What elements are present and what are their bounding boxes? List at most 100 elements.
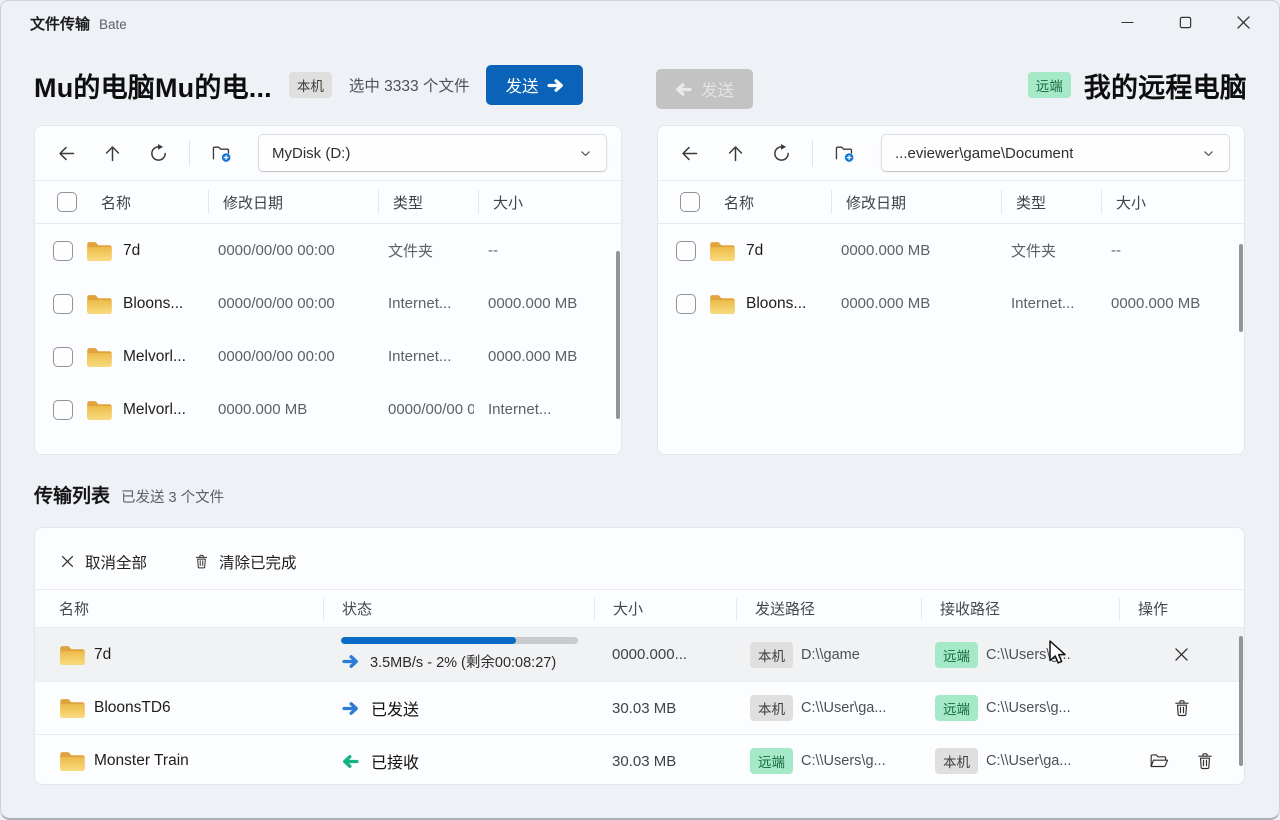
file-row[interactable]: Melvorl... 0000.000 MB 0000/00/00 00:00 …	[35, 383, 621, 436]
local-badge: 本机	[750, 695, 793, 721]
transfer-status: 3.5MB/s - 2% (剩余00:08:27)	[323, 637, 594, 672]
back-button[interactable]	[43, 134, 89, 172]
transfer-row[interactable]: BloonsTD6 已发送 30.03 MB 本机 C:\\User\ga...…	[35, 681, 1244, 734]
refresh-button[interactable]	[758, 134, 804, 172]
file-name: 7d	[746, 242, 763, 260]
delete-record-button[interactable]	[1195, 751, 1215, 771]
chevron-down-icon	[1201, 146, 1216, 161]
mouse-cursor	[1046, 640, 1070, 667]
new-folder-icon	[834, 143, 855, 164]
send-button[interactable]: 发送	[486, 65, 583, 105]
remote-path-dropdown[interactable]: ...eviewer\game\Document	[881, 134, 1230, 172]
transfer-size: 30.03 MB	[594, 700, 736, 717]
file-row[interactable]: 7d 0000/00/00 00:00 文件夹 --	[35, 224, 621, 277]
scrollbar[interactable]	[1239, 636, 1243, 766]
file-date: 0000.000 MB	[827, 295, 997, 312]
file-size: --	[474, 242, 621, 259]
back-button[interactable]	[666, 134, 712, 172]
recv-path-text: C:\\Users\g...	[986, 700, 1071, 716]
new-folder-icon	[211, 143, 232, 164]
row-checkbox[interactable]	[676, 241, 696, 261]
transfer-status: 已发送	[323, 696, 594, 720]
close-button[interactable]	[1214, 2, 1272, 42]
up-button[interactable]	[712, 134, 758, 172]
folder-icon	[86, 399, 113, 421]
cancel-transfer-button[interactable]	[1172, 645, 1191, 664]
file-row[interactable]: Bloons... 0000.000 MB Internet... 0000.0…	[658, 277, 1244, 330]
row-checkbox[interactable]	[53, 347, 73, 367]
scrollbar[interactable]	[616, 251, 620, 419]
minimize-button[interactable]	[1098, 2, 1156, 42]
sending-arrow-icon	[341, 654, 360, 669]
transfer-file-name: Monster Train	[94, 752, 189, 770]
file-date: 0000.000 MB	[204, 401, 374, 418]
file-date: 0000.000 MB	[827, 242, 997, 259]
transfer-size: 0000.000...	[594, 646, 736, 663]
column-type: 类型	[393, 192, 423, 213]
transfer-size: 30.03 MB	[594, 753, 736, 770]
open-folder-button[interactable]	[1149, 751, 1169, 771]
folder-icon	[86, 240, 113, 262]
cancel-icon	[59, 553, 76, 570]
new-folder-button[interactable]	[821, 134, 867, 172]
transfer-status: 已接收	[323, 749, 594, 773]
local-machine-header: Mu的电脑Mu的电... 本机 选中 3333 个文件 发送	[34, 62, 583, 108]
transfer-table-header: 名称 状态 大小 发送路径 接收路径 操作	[35, 589, 1244, 628]
column-size: 大小	[594, 598, 736, 620]
local-toolbar: MyDisk (D:)	[35, 126, 621, 181]
select-all-checkbox[interactable]	[57, 192, 77, 212]
file-name: Melvorl...	[123, 348, 186, 366]
recv-path-text: C:\\User\ga...	[986, 753, 1071, 769]
receive-button-disabled[interactable]: 发送	[656, 69, 753, 109]
status-text: 已接收	[371, 749, 419, 773]
row-checkbox[interactable]	[53, 294, 73, 314]
scrollbar[interactable]	[1239, 244, 1243, 332]
file-size: 0000.000 MB	[474, 295, 621, 312]
send-path-text: C:\\Users\g...	[801, 753, 886, 769]
file-name: Melvorl...	[123, 401, 186, 419]
status-text: 已发送	[371, 696, 419, 720]
local-path-dropdown[interactable]: MyDisk (D:)	[258, 134, 607, 172]
send-path-text: C:\\User\ga...	[801, 700, 886, 716]
sent-arrow-icon	[341, 701, 360, 716]
file-size: 0000.000 MB	[1097, 295, 1244, 312]
column-status: 状态	[323, 598, 594, 620]
receive-button-label: 发送	[701, 77, 734, 101]
local-path-value: MyDisk (D:)	[272, 145, 350, 162]
transfer-file-name: BloonsTD6	[94, 699, 171, 717]
window-controls	[1098, 2, 1272, 42]
refresh-icon	[771, 143, 792, 164]
trash-icon	[193, 553, 210, 570]
remote-table-header: 名称 修改日期 类型 大小	[658, 181, 1244, 224]
titlebar: 文件传输 Bate	[30, 13, 127, 34]
status-text: 3.5MB/s - 2% (剩余00:08:27)	[370, 651, 556, 672]
file-name: 7d	[123, 242, 140, 260]
delete-record-button[interactable]	[1172, 698, 1192, 718]
transfer-row[interactable]: Monster Train 已接收 30.03 MB 远端 C:\\Users\…	[35, 734, 1244, 785]
local-badge: 本机	[750, 642, 793, 668]
cancel-all-button[interactable]: 取消全部	[59, 551, 147, 573]
file-date: 0000/00/00 00:00	[204, 348, 374, 365]
recv-path: 远端 C:\\Users\g...	[921, 642, 1119, 668]
row-checkbox[interactable]	[53, 241, 73, 261]
maximize-button[interactable]	[1156, 2, 1214, 42]
clear-completed-button[interactable]: 清除已完成	[193, 551, 297, 573]
refresh-icon	[148, 143, 169, 164]
new-folder-button[interactable]	[198, 134, 244, 172]
column-date: 修改日期	[223, 192, 283, 213]
minimize-icon	[1118, 13, 1137, 32]
column-size: 大小	[493, 192, 523, 213]
file-row[interactable]: Melvorl... 0000/00/00 00:00 Internet... …	[35, 330, 621, 383]
row-checkbox[interactable]	[53, 400, 73, 420]
local-file-panel: MyDisk (D:) 名称 修改日期 类型 大小 7d 0000/00/00 …	[34, 125, 622, 455]
select-all-checkbox[interactable]	[680, 192, 700, 212]
folder-icon	[59, 644, 86, 666]
remote-badge: 远端	[935, 695, 978, 721]
row-checkbox[interactable]	[676, 294, 696, 314]
up-button[interactable]	[89, 134, 135, 172]
file-type: Internet...	[997, 295, 1097, 312]
refresh-button[interactable]	[135, 134, 181, 172]
file-row[interactable]: 7d 0000.000 MB 文件夹 --	[658, 224, 1244, 277]
column-size: 大小	[1116, 192, 1146, 213]
file-row[interactable]: Bloons... 0000/00/00 00:00 Internet... 0…	[35, 277, 621, 330]
